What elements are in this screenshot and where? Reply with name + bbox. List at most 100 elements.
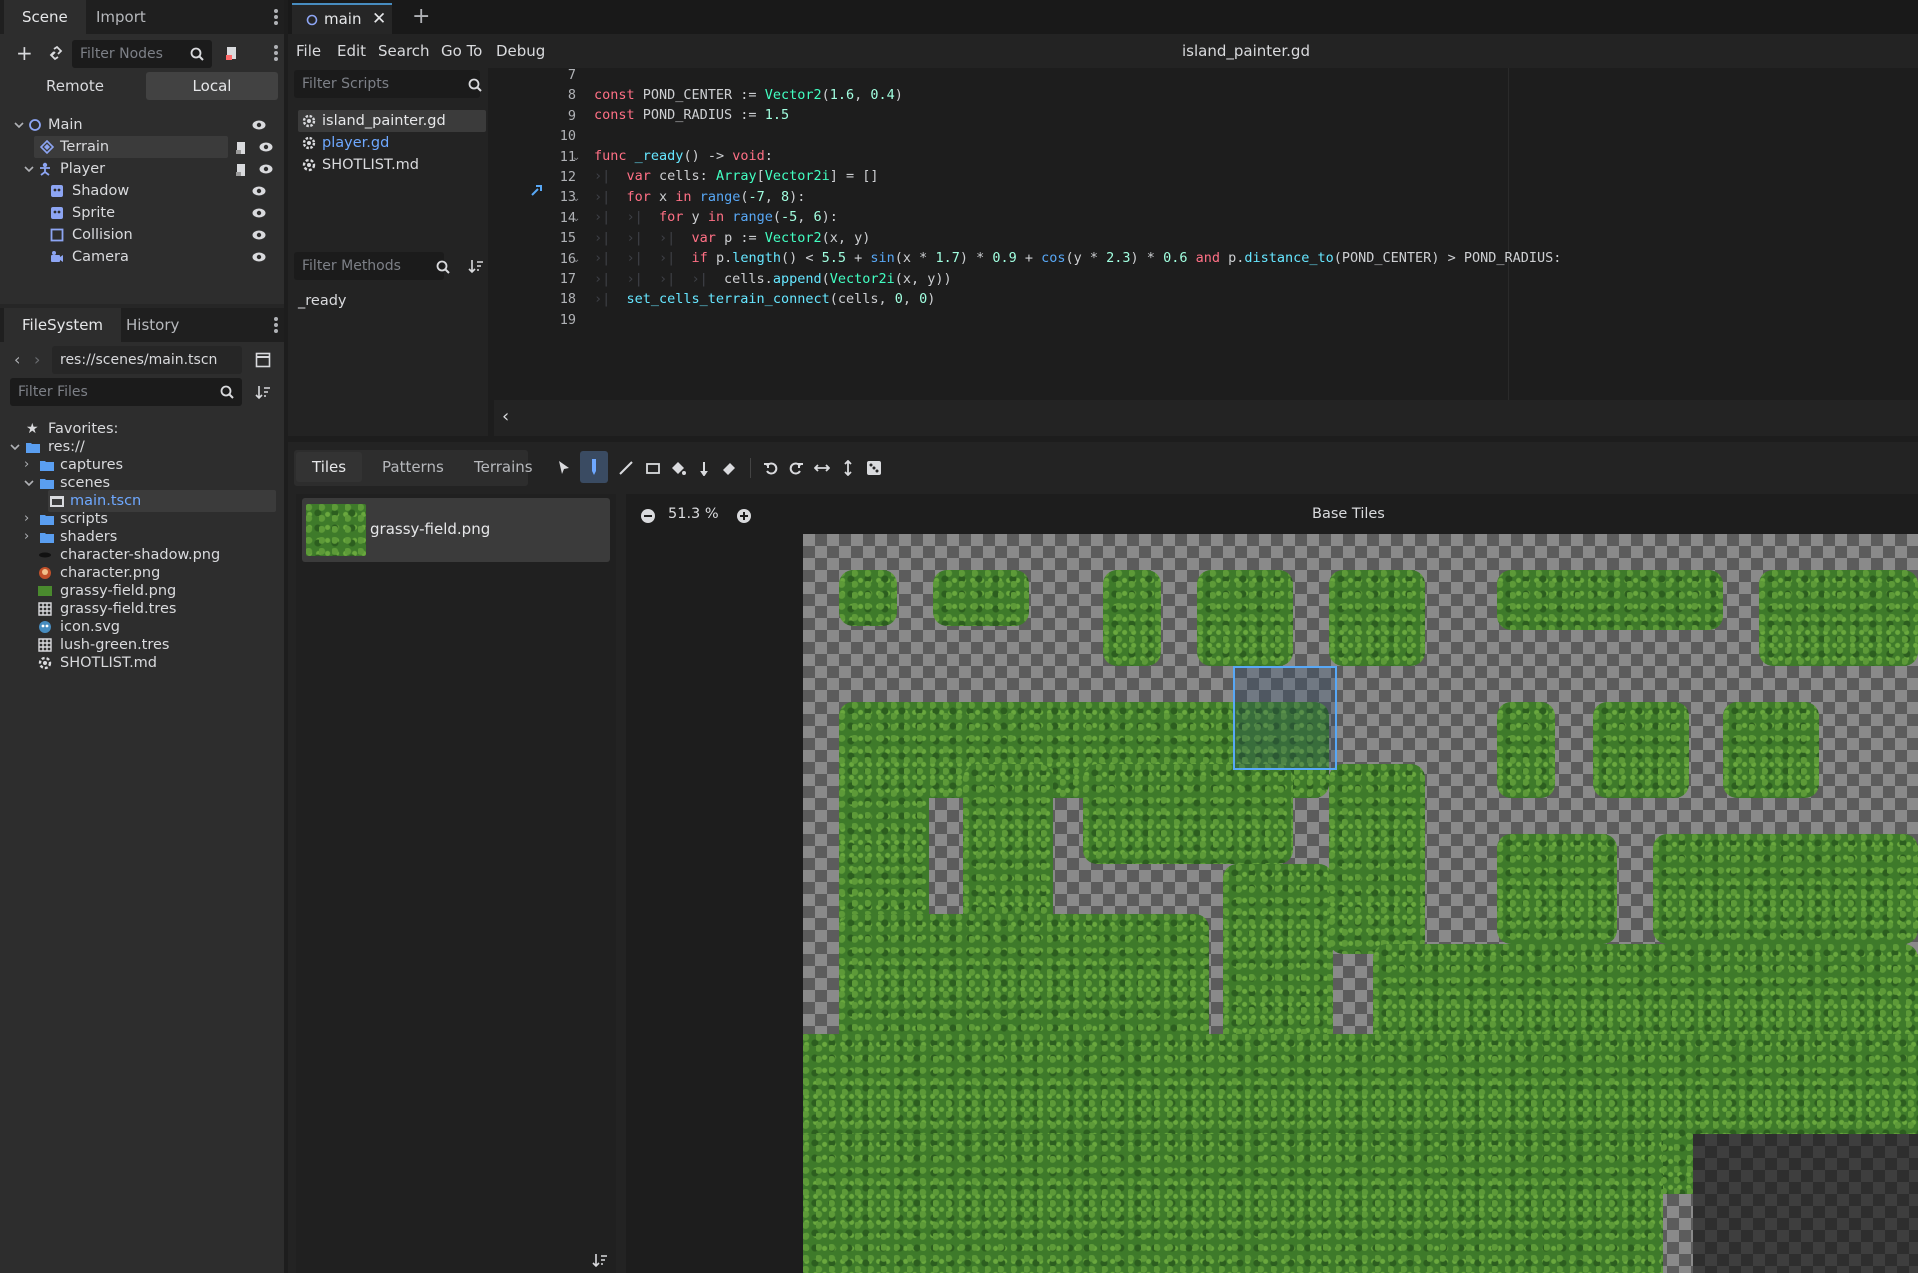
rect-tool-icon[interactable] <box>645 460 661 476</box>
line-tool-icon[interactable] <box>618 460 634 476</box>
zoom-out-icon[interactable] <box>640 508 656 524</box>
line-number: 11 <box>559 148 576 165</box>
script-item-player[interactable]: player.gd <box>298 132 486 154</box>
tileset-atlas-canvas[interactable] <box>803 534 1918 1273</box>
sprite-icon <box>51 185 63 197</box>
script-label: island_painter.gd <box>322 113 446 129</box>
node-label: Main <box>48 117 83 133</box>
path-field[interactable]: res://scenes/main.tscn <box>52 346 242 374</box>
paint-tool-button[interactable] <box>580 451 608 483</box>
visibility-eye-icon[interactable] <box>259 164 273 174</box>
menu-edit[interactable]: Edit <box>337 34 366 68</box>
tree-node-shadow[interactable]: Shadow <box>50 180 278 202</box>
script-icon[interactable] <box>224 45 240 61</box>
link-icon[interactable] <box>48 45 64 61</box>
add-node-icon[interactable]: + <box>16 43 33 63</box>
rotate-left-icon[interactable] <box>763 460 779 476</box>
bucket-fill-icon[interactable] <box>670 460 686 476</box>
select-cursor-icon[interactable] <box>556 460 572 476</box>
selected-tile-highlight[interactable] <box>1233 666 1337 770</box>
flip-horizontal-icon[interactable] <box>814 460 830 476</box>
chevron-down-icon[interactable] <box>24 164 34 174</box>
random-tile-icon[interactable] <box>866 460 882 476</box>
chevron-down-icon[interactable] <box>24 478 34 488</box>
back-arrow-icon[interactable]: ‹ <box>14 350 20 369</box>
chevron-down-icon[interactable] <box>14 120 24 130</box>
grass-tile <box>1497 834 1617 944</box>
fold-arrow-icon[interactable]: ⌄ <box>572 254 580 265</box>
menu-debug[interactable]: Debug <box>496 34 545 68</box>
visibility-eye-icon[interactable] <box>252 252 266 262</box>
visibility-eye-icon[interactable] <box>252 208 266 218</box>
tab-main[interactable]: main ✕ <box>292 3 392 34</box>
visibility-eye-icon[interactable] <box>259 142 273 152</box>
add-tab-icon[interactable]: + <box>412 4 430 29</box>
line-number: 18 <box>559 291 576 308</box>
tab-tiles[interactable]: Tiles <box>296 452 363 482</box>
toggle-split-icon[interactable] <box>255 352 271 368</box>
outside-texture-area <box>1693 1134 1918 1273</box>
connected-signal-icon[interactable] <box>530 183 544 197</box>
line-number: 8 <box>567 87 576 104</box>
script-item-island-painter[interactable]: island_painter.gd <box>298 110 486 132</box>
menu-file[interactable]: File <box>296 34 321 68</box>
tree-node-main[interactable]: Main <box>14 114 278 136</box>
tab-terrains[interactable]: Terrains <box>458 452 549 482</box>
tileset-resource-icon <box>38 602 52 616</box>
script-item-shotlist[interactable]: SHOTLIST.md <box>298 154 486 176</box>
tree-node-camera[interactable]: Camera <box>50 246 278 268</box>
picker-icon[interactable] <box>696 460 712 476</box>
filesystem-menu-icon[interactable] <box>274 317 278 333</box>
tab-scene[interactable]: Scene <box>4 0 86 34</box>
collision-shape-icon <box>50 228 64 242</box>
tab-filesystem[interactable]: FileSystem <box>4 308 122 342</box>
chevron-down-icon[interactable] <box>10 442 20 452</box>
search-icon <box>190 47 204 61</box>
sort-icon[interactable] <box>468 258 484 274</box>
tree-node-terrain[interactable]: Terrain <box>34 136 228 158</box>
method-item-ready[interactable]: _ready <box>298 290 346 312</box>
line-number: 17 <box>559 271 576 287</box>
grass-tile <box>1723 702 1819 798</box>
sort-icon[interactable] <box>592 1252 608 1268</box>
visibility-eye-icon[interactable] <box>252 230 266 240</box>
sort-icon[interactable] <box>255 384 271 400</box>
atlas-source-item[interactable]: grassy-field.png <box>302 498 610 562</box>
menu-goto[interactable]: Go To <box>441 34 482 68</box>
atlas-viewport[interactable]: 51.3 % Base Tiles <box>626 494 1918 1273</box>
filter-scripts-input[interactable]: Filter Scripts <box>294 70 480 98</box>
forward-arrow-icon[interactable]: › <box>34 350 40 369</box>
rotate-right-icon[interactable] <box>788 460 804 476</box>
visibility-eye-icon[interactable] <box>252 186 266 196</box>
eraser-icon[interactable] <box>721 460 737 476</box>
tree-node-sprite[interactable]: Sprite <box>50 202 278 224</box>
fold-arrow-icon[interactable]: ⌄ <box>572 152 580 163</box>
local-button[interactable]: Local <box>146 72 278 100</box>
filter-methods-input[interactable]: Filter Methods <box>294 252 444 280</box>
remote-button[interactable]: Remote <box>10 72 140 100</box>
script-attached-icon[interactable] <box>234 163 248 177</box>
menu-search[interactable]: Search <box>378 34 430 68</box>
tree-node-collision[interactable]: Collision <box>50 224 278 246</box>
fold-arrow-icon[interactable]: ⌄ <box>572 213 580 224</box>
camera-icon <box>51 251 63 262</box>
line-length-guide <box>1508 68 1509 400</box>
zoom-level: 51.3 % <box>668 506 719 522</box>
toggle-scripts-panel-icon[interactable]: ‹ <box>502 406 509 427</box>
tab-import[interactable]: Import <box>78 0 164 34</box>
zoom-in-icon[interactable] <box>736 508 752 524</box>
filter-files-input[interactable]: Filter Files <box>10 378 242 406</box>
chevron-right-icon[interactable]: › <box>24 454 29 476</box>
script-attached-icon[interactable] <box>234 141 248 155</box>
chevron-right-icon[interactable]: › <box>24 526 29 548</box>
visibility-eye-icon[interactable] <box>252 120 266 130</box>
close-icon[interactable]: ✕ <box>372 5 386 34</box>
tab-patterns[interactable]: Patterns <box>366 452 460 482</box>
flip-vertical-icon[interactable] <box>840 460 856 476</box>
scene-dock-menu-icon[interactable] <box>274 9 278 25</box>
code-editor[interactable]: 7 8 9 10 11 12 13 14 15 16 17 18 19 const POND_CENTE… <box>494 67 1918 400</box>
tab-history[interactable]: History <box>108 308 197 342</box>
scene-tree-menu-icon[interactable] <box>274 45 278 61</box>
fold-arrow-icon[interactable]: ⌄ <box>572 193 580 204</box>
scene-tree-panel: + Filter Nodes Remote Local Main Terrain… <box>0 34 284 304</box>
